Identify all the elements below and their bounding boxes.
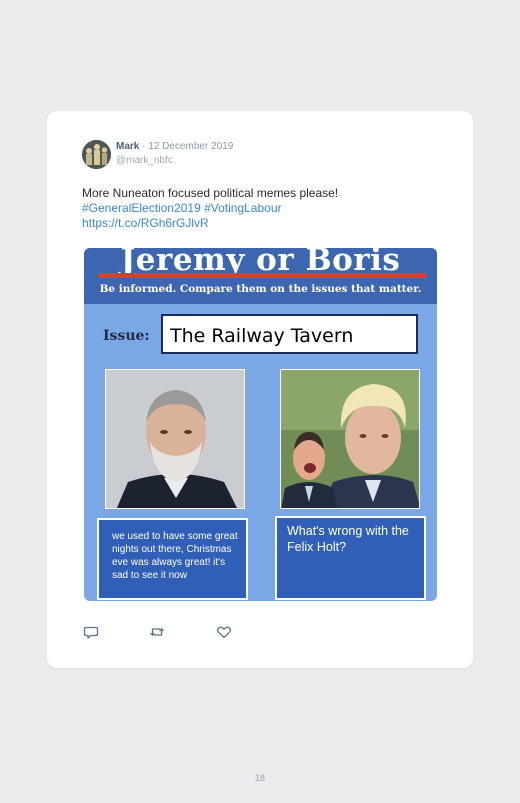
heart-icon[interactable] <box>216 624 232 640</box>
issue-label: Issue: <box>103 328 150 344</box>
avatar[interactable] <box>82 140 111 169</box>
page-number: 18 <box>254 773 265 783</box>
issue-value: The Railway Tavern <box>161 314 418 354</box>
tweet-body: More Nuneaton focused political memes pl… <box>82 186 339 200</box>
author-handle[interactable]: @mark_nbfc <box>116 155 173 166</box>
author-name[interactable]: Mark <box>116 141 139 152</box>
tweet-card: Mark · 12 December 2019 @mark_nbfc More … <box>47 111 473 668</box>
tweet-hashtags[interactable]: #GeneralElection2019 #VotingLabour <box>82 201 452 216</box>
jeremy-photo <box>105 369 245 509</box>
tweet-meta: Mark · 12 December 2019 <box>116 141 233 152</box>
meme-subtitle: Be informed. Compare them on the issues … <box>99 283 422 295</box>
meme-title-rule <box>98 273 426 278</box>
meme-header: Jeremy or Boris Be informed. Compare the… <box>84 248 437 304</box>
tweet-link[interactable]: https://t.co/RGh6rGJlvR <box>82 216 452 231</box>
retweet-icon[interactable] <box>149 624 165 640</box>
tweet-text: More Nuneaton focused political memes pl… <box>82 186 452 231</box>
meta-separator: · <box>142 141 146 152</box>
boris-caption: What's wrong with the Felix Holt? <box>275 516 426 600</box>
tweet-date[interactable]: 12 December 2019 <box>148 141 233 152</box>
boris-photo <box>280 369 420 509</box>
meme-image[interactable]: Jeremy or Boris Be informed. Compare the… <box>84 248 437 601</box>
reply-icon[interactable] <box>83 624 99 640</box>
jeremy-caption: we used to have some great nights out th… <box>97 518 248 600</box>
